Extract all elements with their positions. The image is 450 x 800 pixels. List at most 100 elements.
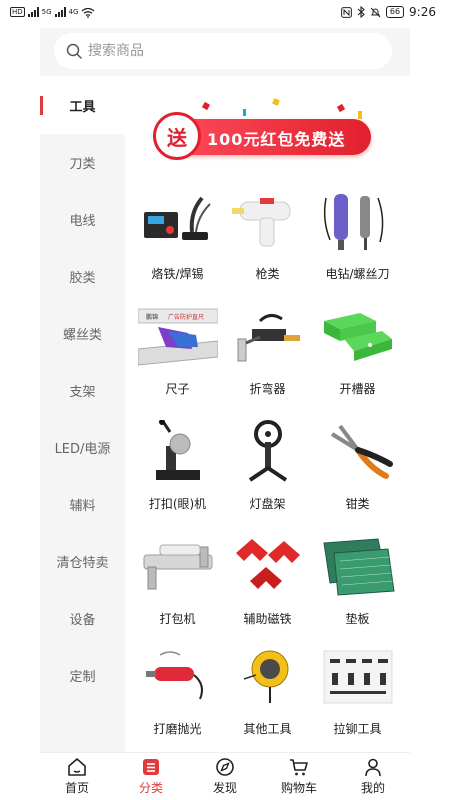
tab-profile[interactable]: 我的	[336, 753, 410, 800]
status-left: HD 5G 4G	[10, 7, 95, 18]
profile-icon	[365, 758, 381, 777]
sidebar-item-label: 刀类	[69, 157, 96, 172]
product-label: 打磨抛光	[153, 722, 202, 736]
wifi-icon	[82, 7, 95, 18]
product-label: 烙铁/焊锡	[151, 267, 204, 281]
sidebar-item-accessories[interactable]: 辅料	[40, 476, 125, 533]
network-5g-label: 5G	[41, 8, 52, 16]
sidebar-item-label: 支架	[69, 385, 96, 400]
product-soldering[interactable]: 烙铁/焊锡	[130, 187, 225, 297]
sidebar-item-tools[interactable]: 工具	[40, 77, 125, 134]
pliers-icon	[318, 417, 398, 487]
product-label: 枪类	[255, 267, 280, 281]
tab-label: 我的	[360, 781, 385, 795]
nfc-icon	[340, 6, 352, 18]
soldering-iron-icon	[138, 187, 218, 257]
product-label: 垫板	[345, 612, 370, 626]
bender-icon	[228, 302, 308, 372]
tab-label: 购物车	[280, 781, 317, 795]
product-other-tools[interactable]: 其他工具	[220, 642, 315, 752]
tab-category[interactable]: 分类	[114, 753, 188, 800]
eyelet-machine-icon	[138, 417, 218, 487]
promo-banner[interactable]: 送 100元红包免费送	[153, 97, 373, 167]
product-label: 其他工具	[243, 722, 292, 736]
product-label: 打包机	[159, 612, 196, 626]
confetti-decoration	[358, 111, 362, 119]
active-indicator	[40, 96, 43, 115]
sidebar-item-wires[interactable]: 电线	[40, 191, 125, 248]
search-box[interactable]	[54, 33, 392, 69]
rivet-tool-icon	[318, 642, 398, 712]
sidebar-item-label: 定制	[69, 670, 96, 685]
ruler-brand: 鹏锦	[146, 313, 158, 321]
sidebar-item-custom[interactable]: 定制	[40, 647, 125, 704]
category-sidebar: 工具 刀类 电线 胶类 螺丝类 支架 LED/电源 辅料 清仓特卖 设备 定制	[40, 77, 125, 752]
bluetooth-icon	[357, 6, 365, 18]
product-grinder[interactable]: 打磨抛光	[130, 642, 225, 752]
home-icon	[68, 758, 86, 776]
search-bar-container	[40, 28, 410, 76]
product-cutting-mat[interactable]: 垫板	[310, 532, 405, 642]
sidebar-item-clearance[interactable]: 清仓特卖	[40, 533, 125, 590]
sidebar-item-glue[interactable]: 胶类	[40, 248, 125, 305]
slotter-icon	[318, 302, 398, 372]
ruler-icon: 鹏锦 广告防护直尺	[137, 302, 218, 372]
sidebar-item-knives[interactable]: 刀类	[40, 134, 125, 191]
sidebar-item-equipment[interactable]: 设备	[40, 590, 125, 647]
sidebar-item-label: LED/电源	[54, 442, 111, 457]
product-label: 钳类	[345, 497, 370, 511]
clock: 9:26	[409, 5, 436, 19]
product-drills[interactable]: 电钻/螺丝刀	[310, 187, 405, 297]
product-lamp-tray-stand[interactable]: 灯盘架	[220, 417, 315, 527]
network-4g-label: 4G	[68, 8, 79, 16]
search-input[interactable]	[88, 43, 368, 59]
banner-badge: 送	[153, 112, 201, 160]
banner-text: 100元红包免费送	[207, 130, 346, 149]
product-benders[interactable]: 折弯器	[220, 302, 315, 412]
confetti-decoration	[272, 98, 280, 106]
magnet-icon	[228, 532, 308, 602]
status-right: 66 9:26	[340, 5, 436, 19]
product-slotters[interactable]: 开槽器	[310, 302, 405, 412]
product-magnets[interactable]: 辅助磁铁	[220, 532, 315, 642]
category-icon	[143, 759, 159, 775]
signal-5g-icon	[27, 7, 39, 17]
grinder-icon	[138, 642, 218, 712]
sidebar-item-screws[interactable]: 螺丝类	[40, 305, 125, 362]
search-icon	[66, 43, 82, 59]
bottom-tab-bar: 首页 分类 发现 购物车 我的	[40, 752, 410, 800]
product-eyelet-machine[interactable]: 打扣(眼)机	[130, 417, 225, 527]
product-label: 辅助磁铁	[243, 612, 292, 626]
sidebar-item-label: 清仓特卖	[56, 556, 109, 571]
confetti-decoration	[201, 101, 211, 111]
tab-label: 分类	[138, 781, 163, 795]
product-label: 打扣(眼)机	[148, 497, 207, 511]
sidebar-item-label: 设备	[69, 613, 96, 628]
product-label: 电钻/螺丝刀	[325, 267, 390, 281]
sidebar-item-led-power[interactable]: LED/电源	[40, 419, 125, 476]
mute-bell-icon	[370, 7, 381, 17]
tab-discover[interactable]: 发现	[188, 753, 262, 800]
sidebar-item-brackets[interactable]: 支架	[40, 362, 125, 419]
product-pliers[interactable]: 钳类	[310, 417, 405, 527]
category-content: 送 100元红包免费送 烙铁/焊锡 枪类 电钻/螺丝刀 鹏锦 广告防护直尺 尺子…	[125, 77, 410, 752]
electric-drill-icon	[318, 187, 398, 257]
sidebar-item-label: 螺丝类	[62, 328, 102, 343]
lamp-tray-stand-icon	[228, 417, 308, 487]
signal-4g-icon	[54, 7, 66, 17]
confetti-decoration	[243, 109, 246, 116]
sidebar-item-label: 胶类	[69, 271, 96, 286]
product-guns[interactable]: 枪类	[220, 187, 315, 297]
tab-home[interactable]: 首页	[40, 753, 114, 800]
confetti-decoration	[336, 103, 346, 113]
product-rivet-tools[interactable]: 拉铆工具	[310, 642, 405, 752]
product-packing-machine[interactable]: 打包机	[130, 532, 225, 642]
product-label: 折弯器	[249, 382, 286, 396]
product-rulers[interactable]: 鹏锦 广告防护直尺 尺子	[130, 302, 225, 412]
glue-gun-icon	[228, 187, 308, 257]
product-label: 灯盘架	[249, 497, 286, 511]
tape-measure-icon	[228, 642, 308, 712]
tab-label: 首页	[64, 781, 89, 795]
tab-cart[interactable]: 购物车	[262, 753, 336, 800]
battery-icon: 66	[385, 6, 405, 18]
